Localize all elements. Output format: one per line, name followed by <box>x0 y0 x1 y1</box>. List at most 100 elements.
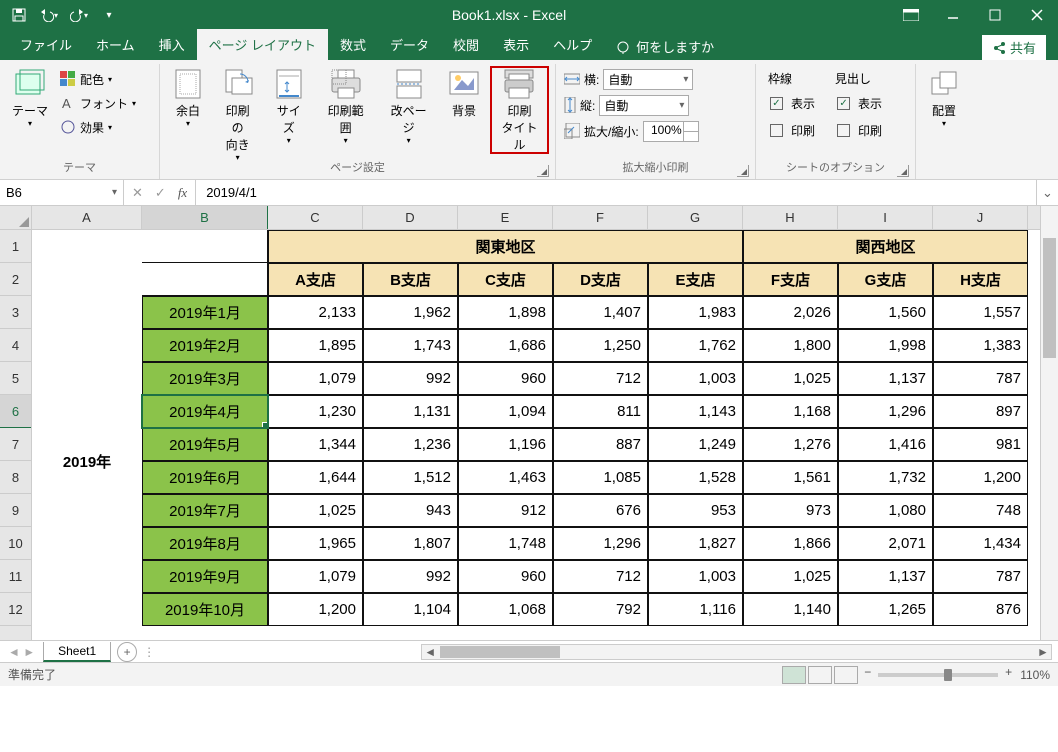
arrange-button[interactable]: 配置▾ <box>922 66 966 154</box>
row-header[interactable]: 8 <box>0 461 31 494</box>
undo-icon[interactable]: ▾ <box>36 3 62 27</box>
data-cell[interactable]: 1,383 <box>933 329 1028 362</box>
data-cell[interactable]: 1,025 <box>268 494 363 527</box>
row-header[interactable]: 12 <box>0 593 31 626</box>
scale-height-select[interactable]: 自動 <box>599 95 689 116</box>
row-header[interactable]: 7 <box>0 428 31 461</box>
themes-button[interactable]: テーマ▾ <box>6 66 54 154</box>
data-cell[interactable]: 1,230 <box>268 395 363 428</box>
gridlines-print-checkbox[interactable]: 印刷 <box>768 119 817 141</box>
headings-show-checkbox[interactable]: ✓表示 <box>835 92 884 114</box>
data-cell[interactable]: 1,866 <box>743 527 838 560</box>
sheet-options-launcher[interactable] <box>897 165 909 177</box>
theme-fonts[interactable]: Aフォント ▾ <box>58 92 138 114</box>
formula-input[interactable]: 2019/4/1 <box>196 180 1036 205</box>
month-cell[interactable]: 2019年7月 <box>142 494 268 527</box>
minimize-icon[interactable] <box>932 0 974 30</box>
row-header[interactable]: 4 <box>0 329 31 362</box>
tab-file[interactable]: ファイル <box>8 29 84 60</box>
breaks-button[interactable]: 改ページ▾ <box>379 66 438 154</box>
data-cell[interactable]: 1,898 <box>458 296 553 329</box>
data-cell[interactable]: 1,962 <box>363 296 458 329</box>
data-cell[interactable]: 1,265 <box>838 593 933 626</box>
data-cell[interactable]: 787 <box>933 560 1028 593</box>
month-cell[interactable]: 2019年5月 <box>142 428 268 461</box>
sheet-tab[interactable]: Sheet1 <box>43 642 111 662</box>
orientation-button[interactable]: 印刷の 向き▾ <box>214 66 261 154</box>
data-cell[interactable]: 981 <box>933 428 1028 461</box>
share-button[interactable]: 共有 <box>982 35 1046 60</box>
col-header[interactable]: A <box>32 206 142 229</box>
cancel-formula-icon[interactable]: ✕ <box>132 185 143 201</box>
data-cell[interactable]: 1,003 <box>648 560 743 593</box>
month-cell[interactable]: 2019年1月 <box>142 296 268 329</box>
data-cell[interactable]: 1,137 <box>838 362 933 395</box>
data-cell[interactable]: 676 <box>553 494 648 527</box>
month-cell[interactable]: 2019年3月 <box>142 362 268 395</box>
data-cell[interactable]: 1,079 <box>268 362 363 395</box>
view-normal-icon[interactable] <box>782 666 806 684</box>
row-header[interactable]: 6 <box>0 395 31 428</box>
data-cell[interactable]: 960 <box>458 560 553 593</box>
page-setup-launcher[interactable] <box>537 165 549 177</box>
col-header[interactable]: G <box>648 206 743 229</box>
data-cell[interactable]: 1,732 <box>838 461 933 494</box>
data-cell[interactable]: 912 <box>458 494 553 527</box>
data-cell[interactable]: 1,143 <box>648 395 743 428</box>
qat-customize-icon[interactable]: ▾ <box>96 3 122 27</box>
data-cell[interactable]: 973 <box>743 494 838 527</box>
redo-icon[interactable]: ▾ <box>66 3 92 27</box>
formula-expand-icon[interactable]: ⌄ <box>1036 180 1058 205</box>
data-cell[interactable]: 712 <box>553 362 648 395</box>
month-cell[interactable]: 2019年2月 <box>142 329 268 362</box>
data-cell[interactable]: 1,965 <box>268 527 363 560</box>
data-cell[interactable]: 1,748 <box>458 527 553 560</box>
data-cell[interactable]: 1,686 <box>458 329 553 362</box>
data-cell[interactable]: 1,296 <box>553 527 648 560</box>
scale-spinner[interactable]: 100% <box>643 121 699 142</box>
row-header[interactable]: 1 <box>0 230 31 263</box>
row-header[interactable]: 9 <box>0 494 31 527</box>
data-cell[interactable]: 1,800 <box>743 329 838 362</box>
data-cell[interactable]: 748 <box>933 494 1028 527</box>
month-cell[interactable]: 2019年8月 <box>142 527 268 560</box>
data-cell[interactable]: 1,644 <box>268 461 363 494</box>
data-cell[interactable]: 1,998 <box>838 329 933 362</box>
data-cell[interactable]: 1,196 <box>458 428 553 461</box>
col-header[interactable]: J <box>933 206 1028 229</box>
accept-formula-icon[interactable]: ✓ <box>155 185 166 201</box>
headings-print-checkbox[interactable]: 印刷 <box>835 119 884 141</box>
data-cell[interactable]: 1,434 <box>933 527 1028 560</box>
vertical-scrollbar[interactable] <box>1040 206 1058 640</box>
data-cell[interactable]: 1,743 <box>363 329 458 362</box>
month-cell[interactable]: 2019年9月 <box>142 560 268 593</box>
data-cell[interactable]: 1,249 <box>648 428 743 461</box>
data-cell[interactable]: 1,512 <box>363 461 458 494</box>
data-cell[interactable]: 887 <box>553 428 648 461</box>
row-header[interactable]: 3 <box>0 296 31 329</box>
tab-formula[interactable]: 数式 <box>328 29 378 60</box>
row-header[interactable]: 2 <box>0 263 31 296</box>
data-cell[interactable]: 2,133 <box>268 296 363 329</box>
data-cell[interactable]: 992 <box>363 362 458 395</box>
col-header[interactable]: C <box>268 206 363 229</box>
col-header[interactable]: D <box>363 206 458 229</box>
view-pagelayout-icon[interactable] <box>808 666 832 684</box>
data-cell[interactable]: 953 <box>648 494 743 527</box>
data-cell[interactable]: 1,276 <box>743 428 838 461</box>
close-icon[interactable] <box>1016 0 1058 30</box>
tab-help[interactable]: ヘルプ <box>541 29 604 60</box>
data-cell[interactable]: 1,116 <box>648 593 743 626</box>
data-cell[interactable]: 1,104 <box>363 593 458 626</box>
col-header[interactable]: I <box>838 206 933 229</box>
month-cell[interactable]: 2019年10月 <box>142 593 268 626</box>
view-pagebreak-icon[interactable] <box>834 666 858 684</box>
name-box[interactable]: B6 <box>0 180 124 205</box>
data-cell[interactable]: 1,827 <box>648 527 743 560</box>
gridlines-show-checkbox[interactable]: ✓表示 <box>768 92 817 114</box>
data-cell[interactable]: 1,895 <box>268 329 363 362</box>
data-cell[interactable]: 960 <box>458 362 553 395</box>
data-cell[interactable]: 1,250 <box>553 329 648 362</box>
data-cell[interactable]: 1,557 <box>933 296 1028 329</box>
data-cell[interactable]: 992 <box>363 560 458 593</box>
